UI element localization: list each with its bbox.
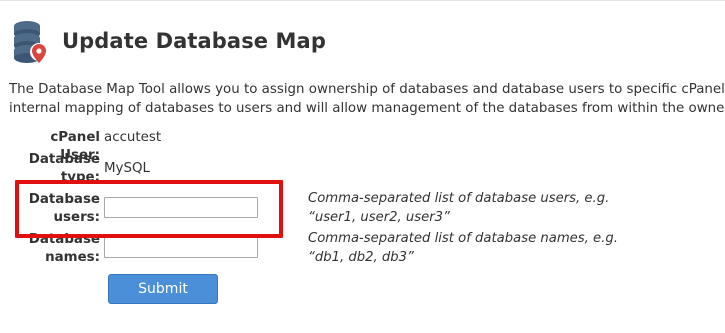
database-users-help: Comma-separated list of database users, … — [308, 189, 609, 227]
description-line: The Database Map Tool allows you to assi… — [9, 82, 725, 97]
help-line: “db1, db2, db3” — [308, 250, 414, 265]
database-type-value: MySQL — [104, 161, 150, 176]
database-map-icon — [14, 21, 48, 63]
page-title: Update Database Map — [62, 29, 326, 53]
help-line: Comma-separated list of database users, … — [308, 191, 610, 206]
cpanel-user-value: accutest — [104, 130, 162, 145]
help-line: Comma-separated list of database names, … — [308, 231, 618, 246]
highlight-box — [15, 180, 283, 238]
database-names-help: Comma-separated list of database names, … — [308, 229, 618, 267]
top-border — [0, 0, 725, 1]
label-line: names: — [45, 250, 100, 265]
page-description: The Database Map Tool allows you to assi… — [9, 81, 725, 118]
description-line: internal mapping of databases to users a… — [9, 100, 725, 116]
label-line: Database — [28, 152, 100, 167]
help-line: “user1, user2, user3” — [308, 210, 450, 225]
submit-button[interactable]: Submit — [108, 274, 218, 304]
page-header — [11, 19, 49, 67]
database-names-input[interactable] — [104, 237, 258, 258]
